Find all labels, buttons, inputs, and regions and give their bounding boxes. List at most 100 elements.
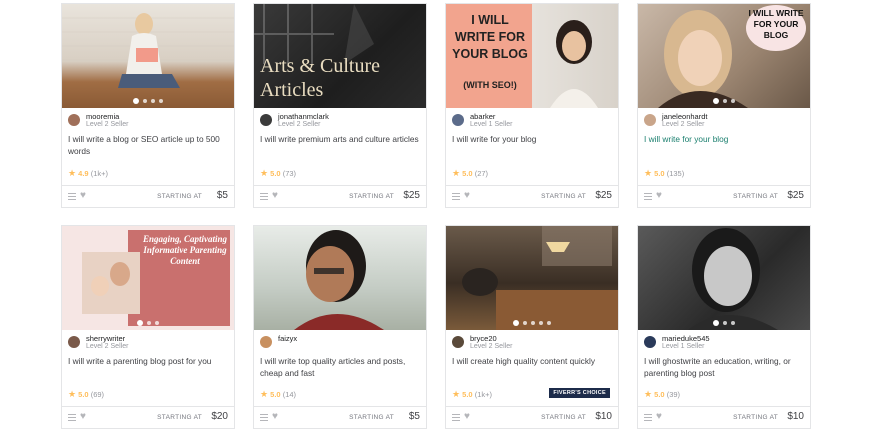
thumbnail-image [294,230,384,330]
menu-icon[interactable] [452,193,460,201]
thumbnail-image [62,13,234,88]
star-icon: ★ [452,389,461,399]
rating-value: 5.0 [270,390,281,399]
seller-name[interactable]: mooremia [86,112,119,121]
seller-name[interactable]: faizyx [278,334,297,343]
seller-level: Level 2 Seller [662,121,705,128]
star-icon: ★ [644,389,653,399]
price: $25 [595,190,612,201]
gig-card[interactable]: I WILL WRITE FOR YOUR BLOG janeleonhardt… [637,3,811,208]
starting-at-label: STARTING AT [541,193,586,200]
star-icon: ★ [260,389,269,399]
gig-title[interactable]: I will write for your blog [644,134,804,146]
gig-title[interactable]: I will write a blog or SEO article up to… [68,134,228,157]
star-icon: ★ [644,168,653,178]
gig-card[interactable]: I WILL WRITE FOR YOUR BLOG (WITH SEO!) a… [445,3,619,208]
heart-icon[interactable]: ♥ [80,190,86,201]
heart-icon[interactable]: ♥ [272,411,278,422]
thumbnail-caption: Engaging, Captivating Informative Parent… [142,234,228,266]
avatar[interactable] [68,114,80,126]
rating-count: (69) [90,390,105,399]
card-footer: ♥ STARTING AT $5 [254,406,426,429]
gig-title[interactable]: I will write top quality articles and po… [260,356,420,379]
price: $25 [787,190,804,201]
gig-title[interactable]: I will write a parenting blog post for y… [68,356,228,368]
carousel-dots[interactable] [638,98,810,104]
menu-icon[interactable] [68,414,76,422]
seller-name[interactable]: sherrywriter [86,334,125,343]
gig-card[interactable]: mooremia Level 2 Seller I will write a b… [61,3,235,208]
heart-icon[interactable]: ♥ [464,411,470,422]
menu-icon[interactable] [260,414,268,422]
carousel-dots[interactable] [638,320,810,326]
menu-icon[interactable] [644,193,652,201]
avatar[interactable] [68,336,80,348]
menu-icon[interactable] [452,414,460,422]
rating-count: (1k+) [90,169,108,178]
gig-thumbnail[interactable] [446,226,618,330]
avatar[interactable] [644,336,656,348]
heart-icon[interactable]: ♥ [272,190,278,201]
rating-count: (135) [666,169,685,178]
seller-name[interactable]: jonathanmclark [278,112,329,121]
rating-count: (1k+) [474,390,492,399]
rating-value: 5.0 [462,390,473,399]
gig-card[interactable]: bryce20 Level 2 Seller I will create hig… [445,225,619,429]
seller-name[interactable]: janeleonhardt [662,112,707,121]
avatar[interactable] [644,114,656,126]
menu-icon[interactable] [644,414,652,422]
card-footer: ♥ STARTING AT $10 [638,406,810,429]
gig-title[interactable]: I will create high quality content quick… [452,356,612,368]
gig-title[interactable]: I will write premium arts and culture ar… [260,134,420,146]
avatar[interactable] [452,114,464,126]
seller-level: Level 2 Seller [278,121,321,128]
price: $10 [787,411,804,422]
gig-thumbnail[interactable] [638,226,810,330]
rating-value: 4.9 [78,169,89,178]
avatar[interactable] [452,336,464,348]
gig-card[interactable]: Arts & Culture Articles jonathanmclark L… [253,3,427,208]
heart-icon[interactable]: ♥ [656,190,662,201]
avatar[interactable] [260,336,272,348]
carousel-dots[interactable] [62,98,234,104]
card-footer: ♥ STARTING AT $25 [254,185,426,208]
card-footer: ♥ STARTING AT $5 [62,185,234,208]
gig-thumbnail[interactable]: Arts & Culture Articles [254,4,426,108]
seller-name[interactable]: marieduke545 [662,334,710,343]
gig-card[interactable]: faizyx I will write top quality articles… [253,225,427,429]
starting-at-label: STARTING AT [733,414,778,421]
gig-thumbnail[interactable]: I WILL WRITE FOR YOUR BLOG (WITH SEO!) [446,4,618,108]
price: $10 [595,411,612,422]
avatar[interactable] [260,114,272,126]
starting-at-label: STARTING AT [733,193,778,200]
price: $20 [211,411,228,422]
gig-thumbnail[interactable] [62,4,234,108]
menu-icon[interactable] [260,193,268,201]
heart-icon[interactable]: ♥ [80,411,86,422]
starting-at-label: STARTING AT [157,414,202,421]
gig-thumbnail[interactable]: Engaging, Captivating Informative Parent… [62,226,234,330]
star-icon: ★ [68,389,77,399]
gig-title[interactable]: I will write for your blog [452,134,612,146]
star-icon: ★ [452,168,461,178]
seller-name[interactable]: abarker [470,112,495,121]
gig-thumbnail[interactable]: I WILL WRITE FOR YOUR BLOG [638,4,810,108]
seller-name[interactable]: bryce20 [470,334,497,343]
gig-title[interactable]: I will ghostwrite an education, writing,… [644,356,804,379]
price: $5 [216,190,228,201]
seller-level: Level 2 Seller [86,121,129,128]
menu-icon[interactable] [68,193,76,201]
heart-icon[interactable]: ♥ [656,411,662,422]
card-footer: ♥ STARTING AT $10 [446,406,618,429]
gig-thumbnail[interactable] [254,226,426,330]
carousel-dots[interactable] [446,320,618,326]
price: $25 [403,190,420,201]
gig-card[interactable]: Engaging, Captivating Informative Parent… [61,225,235,429]
thumbnail-image [688,228,778,330]
starting-at-label: STARTING AT [349,193,394,200]
carousel-dots[interactable] [62,320,234,326]
gig-card[interactable]: marieduke545 Level 1 Seller I will ghost… [637,225,811,429]
heart-icon[interactable]: ♥ [464,190,470,201]
card-footer: ♥ STARTING AT $25 [638,185,810,208]
thumbnail-image [462,226,618,330]
